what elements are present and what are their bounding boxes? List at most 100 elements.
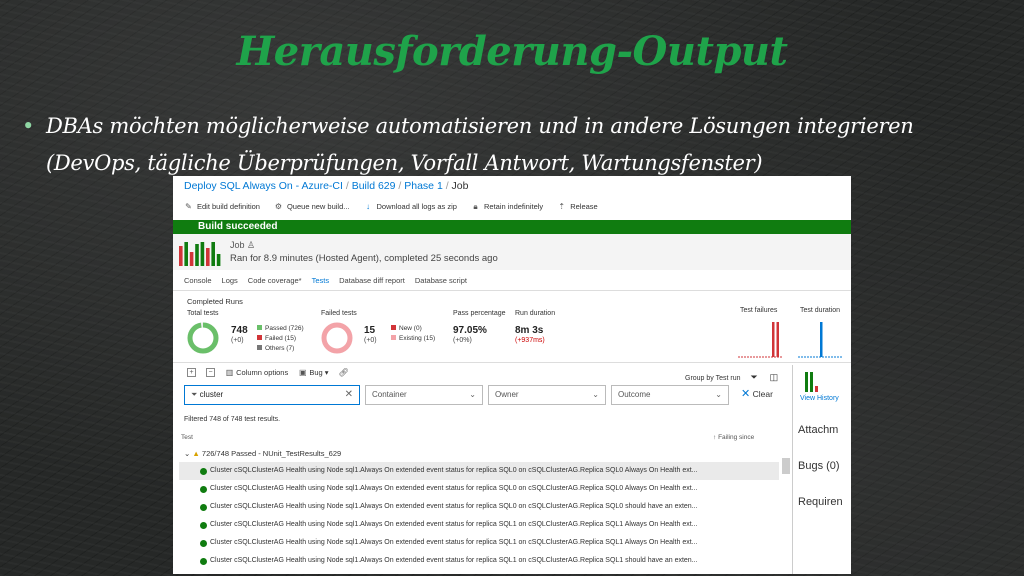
legend-failed: Failed (15) bbox=[257, 334, 304, 344]
job-name: Job ♙ bbox=[230, 240, 256, 250]
tab-database-diff[interactable]: Database diff report bbox=[339, 276, 405, 285]
table-row[interactable]: Cluster cSQLClusterAG Health using Node … bbox=[179, 480, 779, 498]
owner-dropdown[interactable]: Owner ⌄ bbox=[488, 385, 606, 405]
slide-bullet: • DBAs möchten möglicherweise automatisi… bbox=[22, 108, 1012, 182]
retain-button[interactable]: 🔒︎ Retain indefinitely bbox=[471, 202, 543, 211]
chevron-down-icon: ⌄ bbox=[592, 390, 599, 399]
chevron-down-icon: ⌄ bbox=[184, 449, 191, 458]
failed-tests-value: 15 bbox=[364, 325, 376, 336]
attachments-section[interactable]: Attachm bbox=[798, 424, 838, 436]
outcome-dropdown[interactable]: Outcome ⌄ bbox=[611, 385, 729, 405]
collapse-all-icon[interactable]: − bbox=[206, 368, 215, 377]
total-tests-value: 748 bbox=[231, 325, 248, 336]
total-tests-donut bbox=[187, 322, 219, 354]
tab-tests[interactable]: Tests bbox=[312, 276, 330, 285]
panel-separator bbox=[792, 365, 793, 574]
test-failures-chart bbox=[738, 322, 782, 358]
breadcrumb-definition[interactable]: Deploy SQL Always On - Azure-CI bbox=[184, 180, 343, 192]
filter-icon: ⏷ bbox=[750, 372, 758, 382]
queue-icon: ⚙ bbox=[274, 202, 283, 211]
filtered-count: Filtered 748 of 748 test results. bbox=[184, 416, 281, 423]
check-icon bbox=[200, 522, 207, 529]
check-icon bbox=[200, 504, 207, 511]
bugs-section[interactable]: Bugs (0) bbox=[798, 460, 840, 472]
group-by-control[interactable]: Group by Test run ⏷ ◫ bbox=[685, 372, 778, 383]
table-row[interactable]: Cluster cSQLClusterAG Health using Node … bbox=[179, 552, 779, 570]
test-failures-label: Test failures bbox=[740, 307, 778, 314]
download-logs-button[interactable]: ↓ Download all logs as zip bbox=[364, 202, 457, 211]
bug-icon: ▣ bbox=[298, 368, 307, 377]
completed-runs-title: Completed Runs bbox=[187, 297, 243, 306]
history-bar[interactable] bbox=[200, 242, 205, 266]
history-bar[interactable] bbox=[189, 252, 194, 266]
legend-passed: Passed (726) bbox=[257, 324, 304, 334]
view-history-link[interactable]: View History bbox=[800, 395, 839, 402]
legend-others: Others (7) bbox=[257, 344, 304, 354]
release-button[interactable]: ⇡ Release bbox=[557, 202, 597, 211]
check-icon bbox=[200, 558, 207, 565]
table-row[interactable]: Cluster cSQLClusterAG Health using Node … bbox=[179, 516, 779, 534]
scrollbar-thumb[interactable] bbox=[782, 458, 790, 474]
tab-database-script[interactable]: Database script bbox=[415, 276, 467, 285]
columns-icon: ▥ bbox=[225, 368, 234, 377]
table-row[interactable]: Cluster cSQLClusterAG Health using Node … bbox=[179, 462, 779, 480]
column-header-failing-since[interactable]: ↑ Failing since bbox=[713, 434, 754, 441]
column-header-test[interactable]: Test bbox=[181, 434, 193, 441]
failed-tests-legend: New (0) Existing (15) bbox=[391, 324, 435, 344]
column-options-button[interactable]: ▥ Column options bbox=[225, 368, 289, 377]
container-dropdown[interactable]: Container ⌄ bbox=[365, 385, 483, 405]
divider bbox=[173, 362, 851, 363]
table-row[interactable]: Cluster cSQLClusterAG Health using Node … bbox=[179, 534, 779, 552]
clear-search-icon: ✕ bbox=[344, 389, 353, 400]
check-icon bbox=[200, 540, 207, 547]
edit-build-button[interactable]: ✎ Edit build definition bbox=[184, 202, 260, 211]
clear-filters-button[interactable]: ✕ Clear bbox=[741, 387, 773, 400]
failed-tests-donut bbox=[321, 322, 353, 354]
result-tabs: Console Logs Code coverage* Tests Databa… bbox=[184, 276, 467, 285]
breadcrumb-build[interactable]: Build 629 bbox=[352, 180, 396, 192]
total-tests-label: Total tests bbox=[187, 310, 219, 317]
history-bar[interactable] bbox=[206, 248, 210, 266]
breadcrumb-phase[interactable]: Phase 1 bbox=[404, 180, 443, 192]
bullet-text: DBAs möchten möglicherweise automatisier… bbox=[46, 114, 914, 175]
breadcrumb-separator: / bbox=[345, 180, 349, 192]
bullet-dot: • bbox=[22, 114, 35, 138]
queue-build-button[interactable]: ⚙ Queue new build... bbox=[274, 202, 350, 211]
rocket-icon: ⇡ bbox=[558, 202, 566, 211]
agent-icon: ♙ bbox=[247, 240, 256, 250]
legend-new: New (0) bbox=[391, 324, 435, 334]
history-bar[interactable] bbox=[184, 242, 188, 266]
pass-percentage-label: Pass percentage bbox=[453, 310, 506, 317]
breadcrumb-separator: / bbox=[398, 180, 402, 192]
history-bar[interactable] bbox=[195, 244, 199, 266]
tab-code-coverage[interactable]: Code coverage* bbox=[248, 276, 302, 285]
history-bar[interactable] bbox=[211, 242, 215, 266]
pass-percentage-delta: (+0%) bbox=[453, 337, 472, 344]
download-icon: ↓ bbox=[366, 202, 371, 211]
run-duration-delta: (+937ms) bbox=[515, 337, 545, 344]
table-row[interactable]: Cluster cSQLClusterAG Health using Node … bbox=[179, 498, 779, 516]
breadcrumb: Deploy SQL Always On - Azure-CI / Build … bbox=[184, 180, 468, 192]
requirements-section[interactable]: Requiren bbox=[798, 496, 843, 508]
warning-icon: ▲ bbox=[192, 449, 200, 458]
expand-all-icon[interactable]: + bbox=[187, 368, 196, 377]
job-header: Job ♙ Ran for 8.9 minutes (Hosted Agent)… bbox=[173, 234, 851, 270]
history-bar[interactable] bbox=[179, 246, 183, 266]
failed-tests-delta: (+0) bbox=[364, 337, 377, 344]
breadcrumb-job: Job bbox=[451, 180, 469, 192]
test-duration-label: Test duration bbox=[800, 307, 841, 314]
link-icon[interactable]: 🔗︎ bbox=[339, 368, 349, 377]
close-icon: ✕ bbox=[741, 388, 751, 400]
search-input[interactable]: ⏷ cluster ✕ bbox=[184, 385, 360, 405]
build-toolbar: ✎ Edit build definition ⚙ Queue new build.… bbox=[184, 202, 598, 211]
build-status-banner: Build succeeded bbox=[173, 220, 851, 234]
test-run-group[interactable]: ⌄ ▲ 726/748 Passed - NUnit_TestResults_6… bbox=[184, 449, 341, 458]
history-bar[interactable] bbox=[216, 254, 221, 266]
tab-logs[interactable]: Logs bbox=[222, 276, 238, 285]
slide-title: Herausforderung-Output bbox=[236, 28, 788, 75]
tab-console[interactable]: Console bbox=[184, 276, 212, 285]
bug-button[interactable]: ▣ Bug ▾ bbox=[298, 368, 329, 377]
chevron-down-icon: ⌄ bbox=[715, 390, 722, 399]
check-icon bbox=[200, 468, 207, 475]
breadcrumb-separator: / bbox=[445, 180, 449, 192]
